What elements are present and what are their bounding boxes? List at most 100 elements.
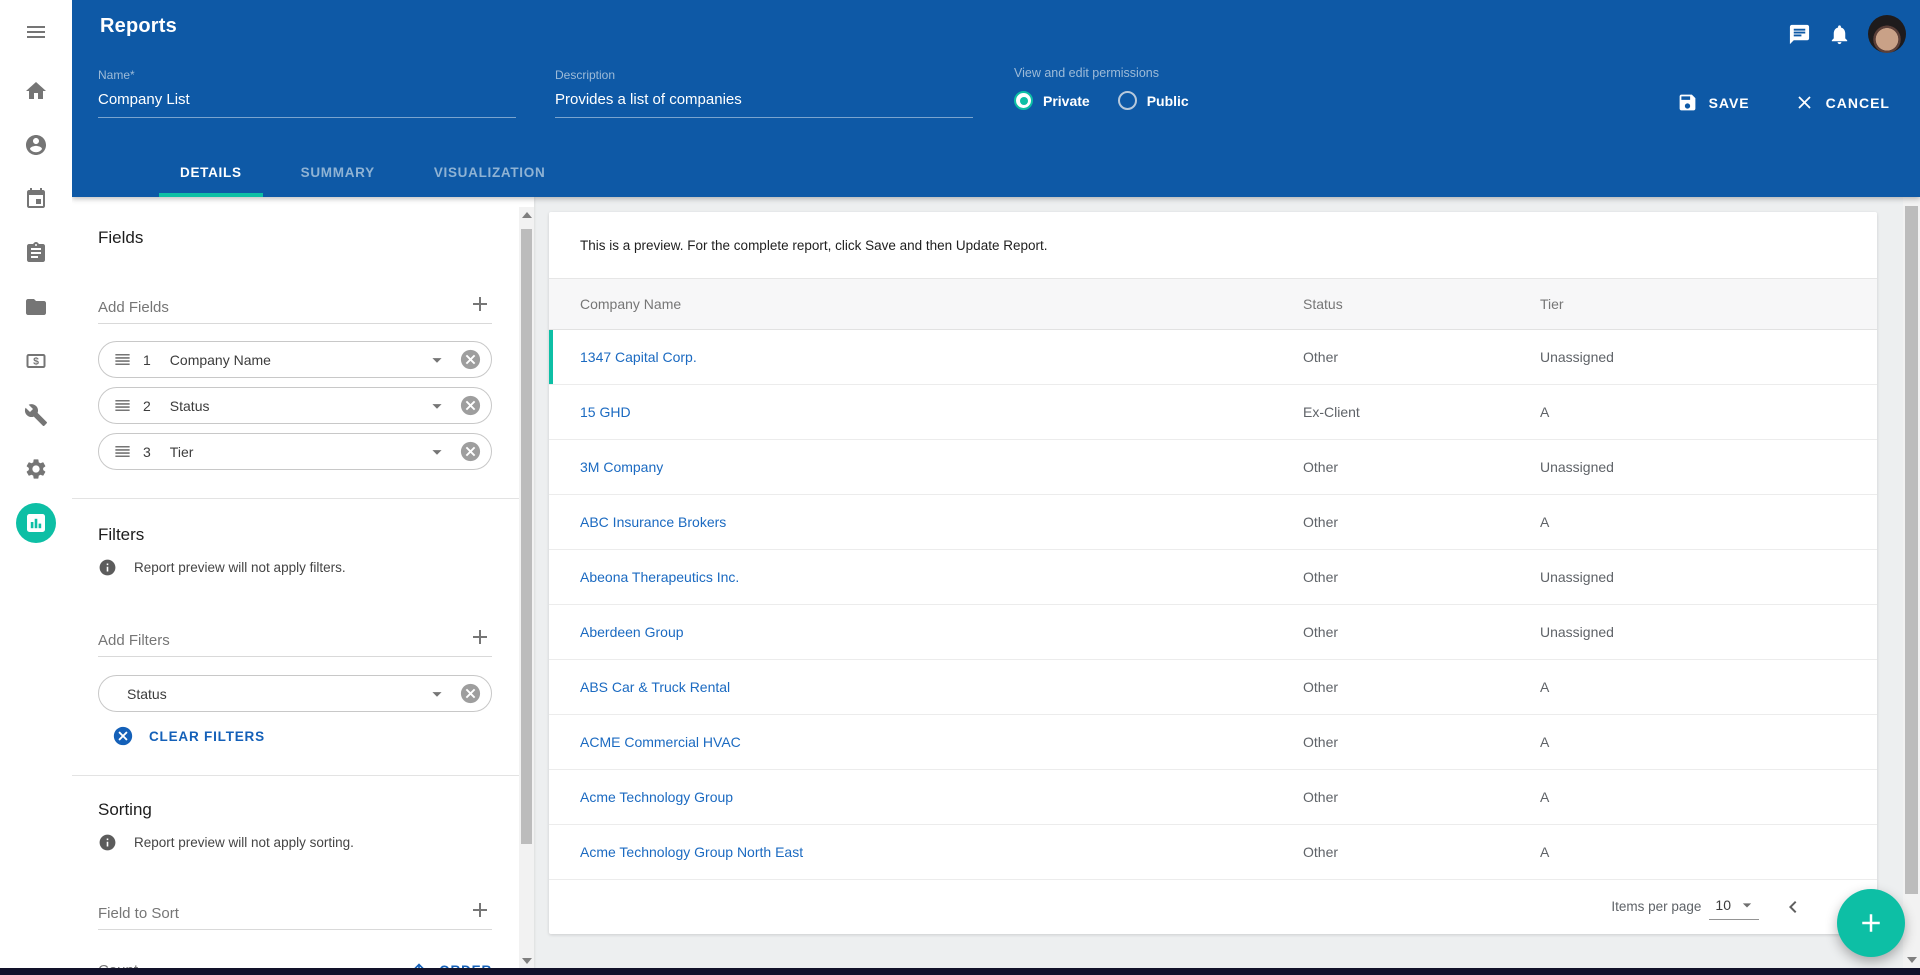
tab-bar: DETAILS SUMMARY VISUALIZATION: [159, 153, 583, 197]
billing-icon[interactable]: $: [0, 334, 72, 388]
column-header: Company Name: [580, 296, 1303, 312]
reports-icon[interactable]: [0, 496, 72, 550]
table-row[interactable]: 15 GHDEx-ClientA: [549, 385, 1877, 440]
table-row[interactable]: Abeona Therapeutics Inc.OtherUnassigned: [549, 550, 1877, 605]
calendar-icon[interactable]: [0, 172, 72, 226]
field-to-sort-label: Field to Sort: [98, 905, 179, 922]
tools-icon[interactable]: [0, 388, 72, 442]
page-scrollbar-thumb[interactable]: [1905, 206, 1918, 894]
dropdown-caret-icon[interactable]: [426, 349, 448, 371]
status-cell: Other: [1303, 569, 1540, 585]
remove-field-icon[interactable]: [459, 348, 482, 371]
dropdown-caret-icon[interactable]: [426, 395, 448, 417]
table-row[interactable]: Acme Technology GroupOtherA: [549, 770, 1877, 825]
table-row[interactable]: 1347 Capital Corp.OtherUnassigned: [549, 330, 1877, 385]
company-link[interactable]: Abeona Therapeutics Inc.: [580, 569, 1303, 585]
company-link[interactable]: Acme Technology Group: [580, 789, 1303, 805]
company-link[interactable]: Aberdeen Group: [580, 624, 1303, 640]
add-fields-plus-icon[interactable]: [468, 292, 492, 316]
remove-filter-icon[interactable]: [459, 682, 482, 705]
filters-heading: Filters: [98, 525, 492, 545]
panel-scrollbar[interactable]: [519, 207, 534, 969]
close-icon: [1794, 92, 1815, 113]
drag-handle-icon[interactable]: [113, 396, 132, 415]
add-fields-input[interactable]: Add Fields: [98, 292, 492, 324]
field-to-sort-input[interactable]: Field to Sort: [98, 898, 492, 930]
tier-cell: A: [1540, 789, 1877, 805]
panel-scrollbar-thumb[interactable]: [521, 229, 532, 844]
name-field[interactable]: Name* Company List: [98, 68, 516, 118]
description-input[interactable]: Provides a list of companies: [555, 91, 973, 108]
cancel-button[interactable]: CANCEL: [1794, 92, 1890, 113]
company-link[interactable]: ABC Insurance Brokers: [580, 514, 1303, 530]
company-link[interactable]: 15 GHD: [580, 404, 1303, 420]
table-row[interactable]: Acme Technology Group North EastOtherA: [549, 825, 1877, 880]
dropdown-caret-icon[interactable]: [426, 683, 448, 705]
drag-handle-icon[interactable]: [113, 442, 132, 461]
remove-field-icon[interactable]: [459, 440, 482, 463]
dropdown-caret-icon[interactable]: [426, 441, 448, 463]
status-cell: Other: [1303, 734, 1540, 750]
header-actions: SAVE CANCEL: [1633, 92, 1890, 113]
user-avatar[interactable]: [1868, 15, 1906, 53]
company-link[interactable]: Acme Technology Group North East: [580, 844, 1303, 860]
tasks-icon[interactable]: [0, 226, 72, 280]
remove-field-icon[interactable]: [459, 394, 482, 417]
description-field[interactable]: Description Provides a list of companies: [555, 68, 973, 118]
tab-details[interactable]: DETAILS: [159, 153, 263, 197]
sorting-info-row: Report preview will not apply sorting.: [98, 833, 492, 852]
company-link[interactable]: 1347 Capital Corp.: [580, 349, 1303, 365]
tier-cell: A: [1540, 844, 1877, 860]
tier-cell: A: [1540, 679, 1877, 695]
table-row[interactable]: ABS Car & Truck RentalOtherA: [549, 660, 1877, 715]
permissions-group: View and edit permissions Private Public: [1014, 66, 1217, 110]
items-per-page-select[interactable]: 10: [1709, 893, 1759, 920]
notifications-icon[interactable]: [1819, 14, 1859, 54]
settings-icon[interactable]: [0, 442, 72, 496]
home-icon[interactable]: [0, 64, 72, 118]
filter-pill[interactable]: Status: [98, 675, 492, 712]
status-cell: Other: [1303, 844, 1540, 860]
sorting-heading: Sorting: [98, 800, 492, 820]
section-divider: [72, 498, 534, 499]
sorting-note: Report preview will not apply sorting.: [134, 835, 354, 850]
scroll-down-icon[interactable]: [522, 958, 532, 964]
field-pill[interactable]: 3 Tier: [98, 433, 492, 470]
menu-icon[interactable]: [0, 0, 72, 64]
radio-selected-icon: [1014, 91, 1033, 110]
add-filters-plus-icon[interactable]: [468, 625, 492, 649]
company-link[interactable]: ACME Commercial HVAC: [580, 734, 1303, 750]
scroll-down-icon[interactable]: [1907, 957, 1917, 963]
table-row[interactable]: ACME Commercial HVACOtherA: [549, 715, 1877, 770]
drag-handle-icon[interactable]: [113, 350, 132, 369]
table-row[interactable]: 3M CompanyOtherUnassigned: [549, 440, 1877, 495]
previous-page-button[interactable]: [1781, 895, 1805, 919]
documents-icon[interactable]: [0, 280, 72, 334]
name-input[interactable]: Company List: [98, 91, 516, 108]
table-row[interactable]: Aberdeen GroupOtherUnassigned: [549, 605, 1877, 660]
private-radio[interactable]: Private: [1014, 91, 1090, 110]
table-row[interactable]: ABC Insurance BrokersOtherA: [549, 495, 1877, 550]
add-report-fab[interactable]: [1837, 889, 1905, 957]
tab-summary[interactable]: SUMMARY: [280, 153, 396, 197]
scroll-up-icon[interactable]: [522, 212, 532, 218]
field-pill[interactable]: 2 Status: [98, 387, 492, 424]
company-link[interactable]: 3M Company: [580, 459, 1303, 475]
column-header: Tier: [1540, 296, 1877, 312]
name-label: Name*: [98, 68, 516, 82]
chat-icon[interactable]: [1779, 14, 1819, 54]
column-header: Status: [1303, 296, 1540, 312]
filters-info-row: Report preview will not apply filters.: [98, 558, 492, 577]
clear-filters-button[interactable]: CLEAR FILTERS: [98, 725, 492, 747]
add-filters-input[interactable]: Add Filters: [98, 625, 492, 657]
field-pill[interactable]: 1 Company Name: [98, 341, 492, 378]
tab-visualization[interactable]: VISUALIZATION: [413, 153, 567, 197]
company-link[interactable]: ABS Car & Truck Rental: [580, 679, 1303, 695]
preview-notice: This is a preview. For the complete repo…: [549, 212, 1877, 278]
field-to-sort-plus-icon[interactable]: [468, 898, 492, 922]
save-button[interactable]: SAVE: [1677, 92, 1750, 113]
contacts-icon[interactable]: [0, 118, 72, 172]
public-radio[interactable]: Public: [1118, 91, 1189, 110]
radio-unselected-icon: [1118, 91, 1137, 110]
page-scrollbar[interactable]: [1903, 185, 1920, 968]
